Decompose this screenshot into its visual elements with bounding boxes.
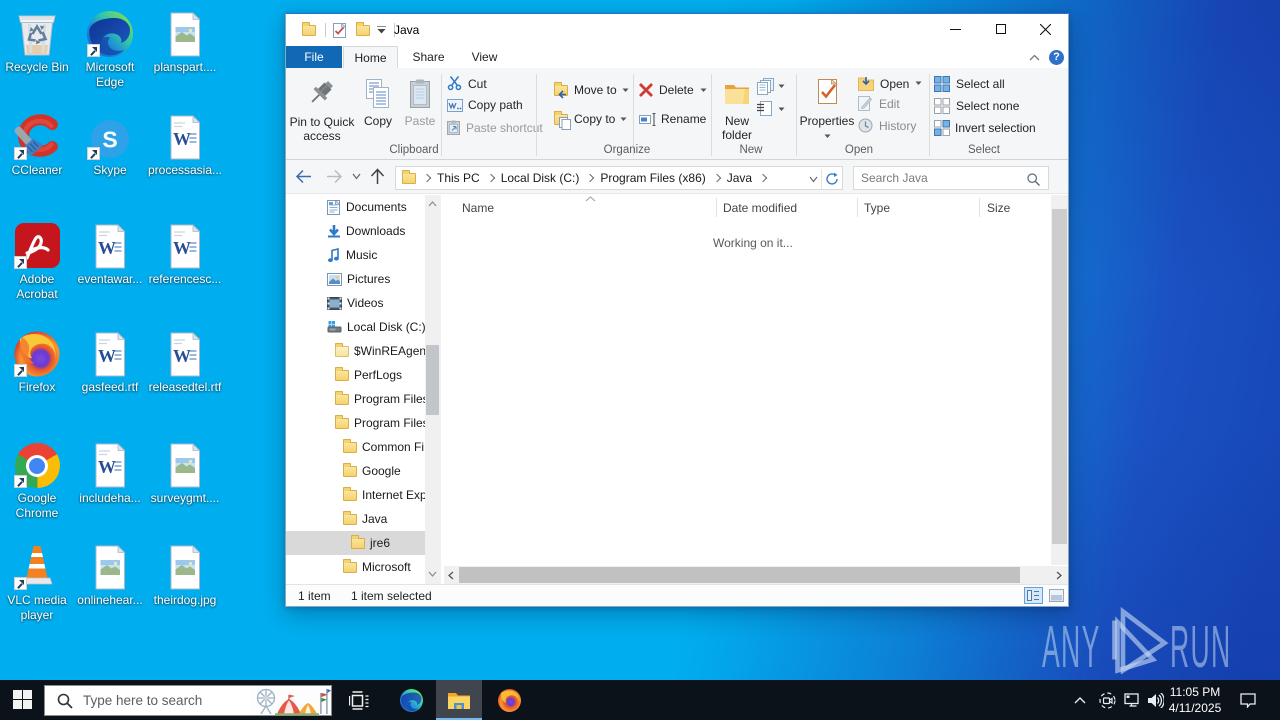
svg-text:W: W	[173, 129, 191, 149]
svg-text:W: W	[173, 346, 191, 366]
svg-text:S: S	[102, 127, 117, 153]
svg-text:W: W	[98, 346, 116, 366]
svg-text:W: W	[98, 238, 116, 258]
svg-text:W: W	[98, 457, 116, 477]
svg-text:W: W	[173, 238, 191, 258]
